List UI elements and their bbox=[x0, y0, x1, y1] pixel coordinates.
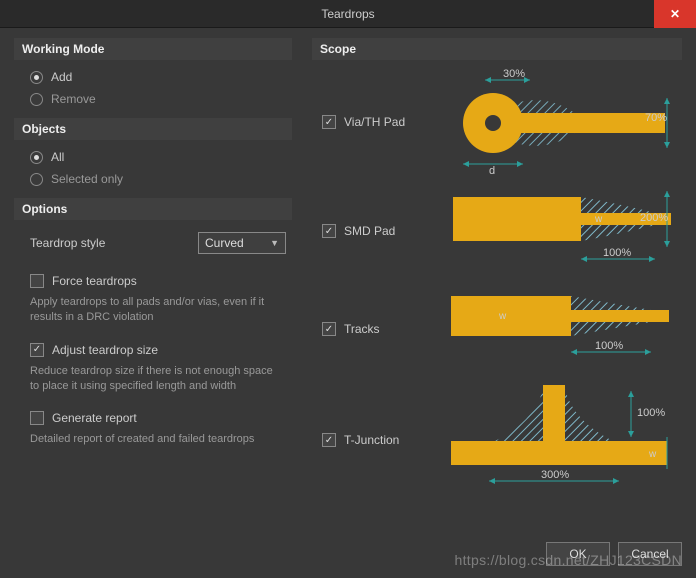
tracks-checkbox[interactable] bbox=[322, 322, 336, 336]
smd-checkbox[interactable] bbox=[322, 224, 336, 238]
tracks-label: Tracks bbox=[344, 322, 430, 336]
smd-diagram: w 200% 100% bbox=[438, 185, 682, 277]
radio-icon bbox=[30, 151, 43, 164]
teardrop-style-value: Curved bbox=[205, 236, 244, 250]
smd-len-pct: 100% bbox=[603, 247, 631, 259]
chevron-down-icon: ▼ bbox=[270, 238, 279, 248]
scope-heading: Scope bbox=[312, 38, 682, 60]
tjunction-label: T-Junction bbox=[344, 433, 430, 447]
objects-all-label: All bbox=[51, 150, 64, 164]
smd-width-pct: 200% bbox=[640, 212, 668, 224]
via-d-label: d bbox=[489, 165, 495, 176]
teardrop-style-label: Teardrop style bbox=[30, 236, 105, 250]
objects-heading: Objects bbox=[14, 118, 292, 140]
working-mode-remove-label: Remove bbox=[51, 92, 96, 106]
radio-icon bbox=[30, 93, 43, 106]
objects-all[interactable]: All bbox=[14, 146, 292, 168]
tjunction-checkbox[interactable] bbox=[322, 433, 336, 447]
working-mode-heading: Working Mode bbox=[14, 38, 292, 60]
objects-selected-only[interactable]: Selected only bbox=[14, 168, 292, 190]
working-mode-add[interactable]: Add bbox=[14, 66, 292, 88]
ok-button[interactable]: OK bbox=[546, 542, 610, 566]
working-mode-add-label: Add bbox=[51, 70, 72, 84]
smd-w-label: w bbox=[594, 214, 603, 225]
adjust-teardrop-size-checkbox[interactable]: Adjust teardrop size bbox=[30, 339, 292, 361]
objects-selected-only-label: Selected only bbox=[51, 172, 123, 186]
tjunction-diagram: w 100% 300% bbox=[438, 381, 682, 499]
close-icon: ✕ bbox=[670, 7, 680, 21]
teardrop-style-select[interactable]: Curved ▼ bbox=[198, 232, 286, 254]
checkbox-icon bbox=[30, 411, 44, 425]
tracks-w-label: w bbox=[498, 311, 507, 322]
force-teardrops-desc: Apply teardrops to all pads and/or vias,… bbox=[30, 295, 292, 325]
radio-icon bbox=[30, 173, 43, 186]
via-checkbox[interactable] bbox=[322, 115, 336, 129]
dialog-title: Teardrops bbox=[0, 7, 696, 21]
force-teardrops-label: Force teardrops bbox=[52, 274, 137, 288]
checkbox-icon bbox=[30, 343, 44, 357]
via-width-pct: 70% bbox=[645, 112, 667, 124]
tracks-diagram: w 100% bbox=[438, 286, 682, 372]
checkbox-icon bbox=[30, 274, 44, 288]
options-heading: Options bbox=[14, 198, 292, 220]
generate-report-desc: Detailed report of created and failed te… bbox=[30, 432, 292, 447]
via-label: Via/TH Pad bbox=[344, 115, 430, 129]
radio-icon bbox=[30, 71, 43, 84]
working-mode-remove[interactable]: Remove bbox=[14, 88, 292, 110]
adjust-teardrop-size-desc: Reduce teardrop size if there is not eno… bbox=[30, 364, 292, 394]
tjunction-len-pct: 300% bbox=[541, 469, 569, 481]
close-button[interactable]: ✕ bbox=[654, 0, 696, 28]
generate-report-checkbox[interactable]: Generate report bbox=[30, 407, 292, 429]
smd-label: SMD Pad bbox=[344, 224, 430, 238]
cancel-button[interactable]: Cancel bbox=[618, 542, 682, 566]
title-bar: Teardrops ✕ bbox=[0, 0, 696, 28]
generate-report-label: Generate report bbox=[52, 411, 137, 425]
tjunction-width-pct: 100% bbox=[637, 407, 665, 419]
tracks-len-pct: 100% bbox=[595, 340, 623, 352]
tjunction-w-label: w bbox=[648, 449, 657, 460]
adjust-teardrop-size-label: Adjust teardrop size bbox=[52, 343, 158, 357]
via-len-pct: 30% bbox=[503, 68, 525, 80]
via-diagram: 30% d 70% bbox=[438, 68, 682, 176]
force-teardrops-checkbox[interactable]: Force teardrops bbox=[30, 270, 292, 292]
